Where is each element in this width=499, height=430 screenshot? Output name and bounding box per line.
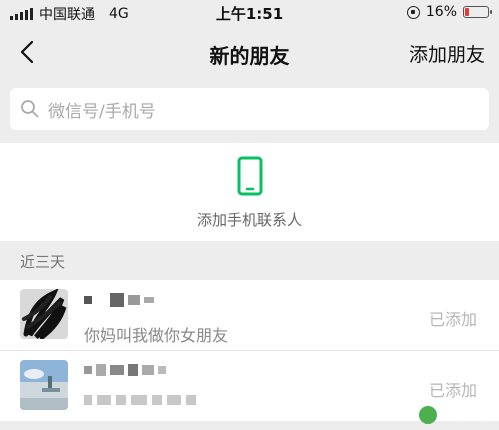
search-placeholder: 微信号/手机号 [48,101,156,122]
phone-icon [237,156,263,196]
status-bar: 中国联通 4G 上午1:51 16% [0,0,499,26]
status-right: 16% [406,4,492,20]
add-phone-contacts-button[interactable]: 添加手机联系人 [0,143,499,241]
wechat-logo-icon [418,405,437,424]
section-label-recent: 近三天 [20,253,66,271]
scribbled-avatar-icon [20,289,68,339]
landscape-avatar-icon [20,360,68,410]
request-message-redacted [84,395,196,405]
contact-name-redacted [84,293,154,307]
search-input[interactable]: 微信号/手机号 [10,88,489,130]
orientation-lock-icon [406,5,420,19]
contact-name-redacted [84,364,166,376]
avatar[interactable] [20,289,68,339]
list-item[interactable]: 你妈叫我做你女朋友 已添加 [0,280,499,350]
search-icon [21,100,39,118]
battery-icon [463,6,492,18]
status-added: 已添加 [428,381,477,400]
avatar[interactable] [20,360,68,410]
watermark: 吐槽星君 [418,405,493,424]
friend-request-list: 你妈叫我做你女朋友 已添加 已添加 [0,280,499,421]
request-message: 你妈叫我做你女朋友 [84,326,229,345]
watermark-text: 吐槽星君 [440,409,493,424]
add-phone-contacts-label: 添加手机联系人 [196,211,302,229]
add-friend-button[interactable]: 添加朋友 [409,40,485,67]
battery-percent: 16% [425,4,457,20]
status-added: 已添加 [428,310,477,329]
battery-level [465,8,469,16]
nav-bar: 新的朋友 添加朋友 [0,26,499,80]
